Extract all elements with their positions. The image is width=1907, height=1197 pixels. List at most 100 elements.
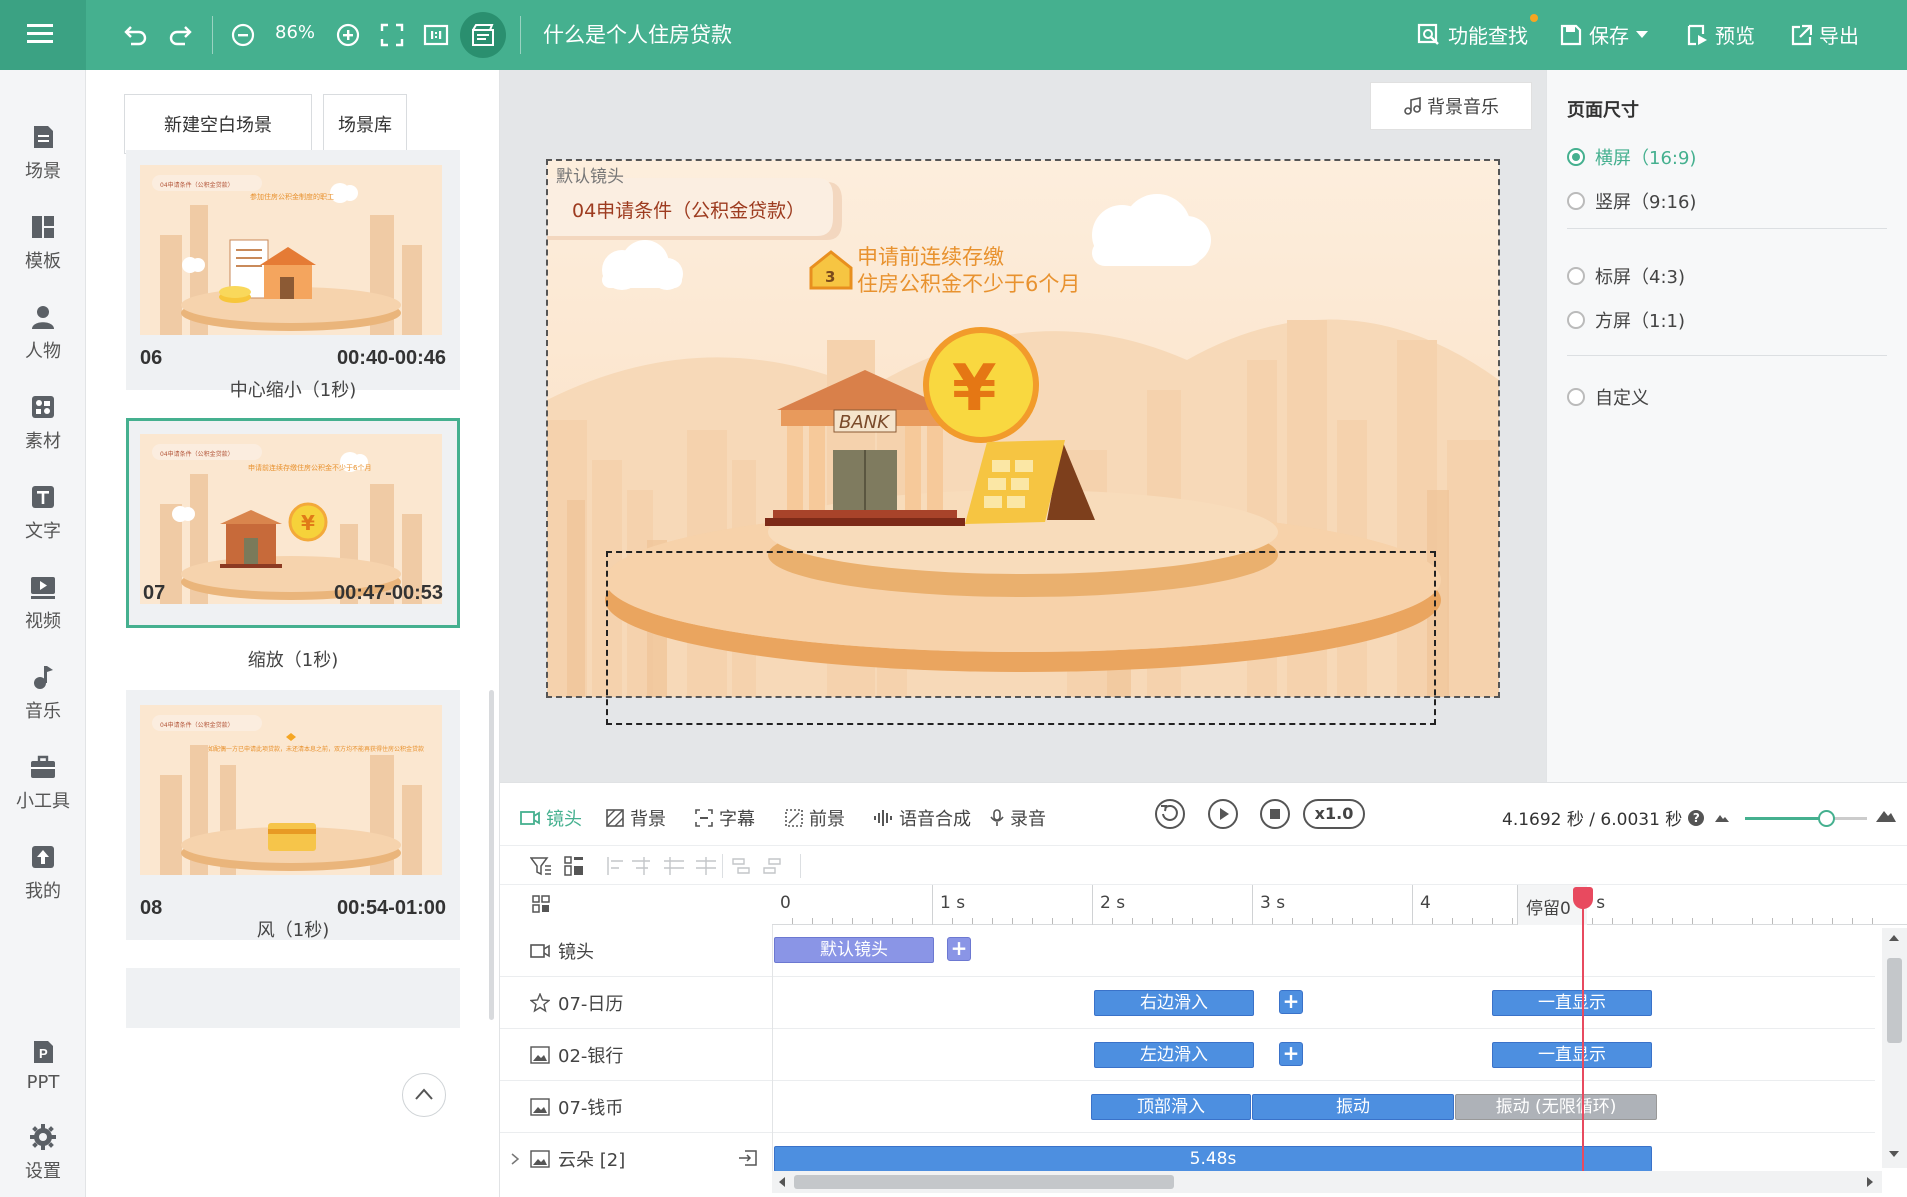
radio-landscape-16-9[interactable]: 横屏（16:9): [1567, 144, 1696, 170]
scene-stage[interactable]: BANK ¥ 04申请条件（公积金贷款） 3 申请前连续存缴 住房公积金不少于6…: [547, 160, 1499, 697]
actual-size-button[interactable]: [418, 17, 454, 53]
scene-card[interactable]: 04申请条件（公积金贷款） 如配偶一方已申请此项贷款，未还清本息之前，双方均不能…: [126, 690, 460, 940]
scene-time: 00:47-00:53: [334, 582, 443, 604]
help-icon[interactable]: ?: [1688, 809, 1705, 826]
ruler-tick: [1812, 918, 1813, 924]
nav-label: 人物: [25, 341, 61, 362]
tab-background[interactable]: 背景: [606, 805, 666, 831]
redo-button[interactable]: [162, 17, 198, 53]
save-button[interactable]: 保存: [1560, 20, 1648, 49]
nav-scene[interactable]: 场景: [0, 115, 86, 195]
nav-ppt[interactable]: P PPT: [0, 1030, 86, 1110]
zoom-in-button[interactable]: [330, 17, 366, 53]
scene-card[interactable]: [126, 968, 460, 1028]
horizontal-scroll-thumb[interactable]: [794, 1175, 1174, 1189]
track-name[interactable]: 02-银行: [530, 1042, 623, 1068]
time-ruler[interactable]: 0 1 s 2 s 3 s 4 5 s: [772, 885, 1907, 925]
scene-card-selected[interactable]: 04申请条件（公积金贷款） 申请前连续存缴住房公积金不少于6个月 ¥ 07 00…: [126, 418, 460, 628]
tab-tts[interactable]: 语音合成: [873, 805, 971, 831]
preview-button[interactable]: 预览: [1686, 20, 1755, 49]
chevron-right-icon[interactable]: [510, 1153, 520, 1165]
fullscreen-button[interactable]: [374, 17, 410, 53]
scene-card[interactable]: 04申请条件（公积金贷款） 参加住房公积金制度的职工 06 00:40-00:4…: [126, 150, 460, 390]
scene-transition[interactable]: 缩放（1秒): [126, 646, 460, 672]
thumb-title: 04申请条件（公积金贷款）: [160, 450, 234, 458]
track-name[interactable]: 07-日历: [530, 990, 623, 1016]
scene-panel-scrollbar[interactable]: [489, 690, 494, 1020]
timeline-zoom-slider[interactable]: [1745, 817, 1825, 820]
radio-square-1-1[interactable]: 方屏（1:1): [1567, 307, 1685, 333]
tab-camera[interactable]: 镜头: [520, 805, 582, 831]
nav-music[interactable]: 音乐: [0, 655, 86, 735]
zoom-in-mountain-icon[interactable]: [1875, 807, 1897, 823]
nav-person[interactable]: 人物: [0, 295, 86, 375]
clip-calendar-stay[interactable]: 一直显示: [1492, 990, 1652, 1016]
nav-text[interactable]: 文字: [0, 475, 86, 555]
track-row-calendar: 07-日历 右边滑入 + 一直显示: [500, 977, 1875, 1029]
scroll-up-arrow-icon[interactable]: [1889, 934, 1899, 942]
stop-button[interactable]: [1260, 799, 1290, 829]
timeline-vertical-scrollbar[interactable]: [1882, 928, 1907, 1168]
scene-number: 07: [143, 582, 166, 604]
find-feature-button[interactable]: 功能查找: [1417, 20, 1528, 49]
tab-subtitle[interactable]: 字幕: [695, 805, 755, 831]
tab-recording[interactable]: 录音: [990, 805, 1046, 831]
nav-label: 小工具: [16, 791, 70, 812]
clip-calendar-enter[interactable]: 右边滑入: [1094, 990, 1254, 1016]
menu-button[interactable]: [0, 0, 86, 70]
ruler-tick: [1592, 918, 1593, 924]
scroll-right-arrow-icon[interactable]: [1866, 1177, 1874, 1187]
clip-default-camera[interactable]: 默认镜头: [774, 937, 934, 963]
timeline-zoom-knob[interactable]: [1818, 810, 1835, 827]
group-tool-icon[interactable]: [564, 856, 584, 876]
document-title[interactable]: 什么是个人住房贷款: [543, 19, 732, 49]
playhead-line[interactable]: [1582, 891, 1584, 1173]
speed-button[interactable]: x1.0: [1303, 799, 1365, 829]
distribute-tools[interactable]: [732, 856, 792, 876]
playhead-handle[interactable]: [1573, 887, 1593, 909]
clip-bank-enter[interactable]: 左边滑入: [1094, 1042, 1254, 1068]
timeline-horizontal-scrollbar[interactable]: [772, 1171, 1882, 1193]
scroll-down-arrow-icon[interactable]: [1889, 1150, 1899, 1158]
radio-standard-4-3[interactable]: 标屏（4:3): [1567, 263, 1685, 289]
track-layout-icon[interactable]: [532, 895, 550, 913]
vertical-scroll-thumb[interactable]: [1887, 958, 1902, 1043]
scroll-up-button[interactable]: [402, 1073, 446, 1117]
clip-coin-shake-loop[interactable]: 振动 (无限循环): [1455, 1094, 1657, 1120]
radio-custom[interactable]: 自定义: [1567, 384, 1649, 410]
scene-transition[interactable]: 中心缩小（1秒): [126, 376, 460, 402]
new-blank-scene-button[interactable]: 新建空白场景: [124, 94, 312, 154]
tab-foreground[interactable]: 前景: [785, 805, 845, 831]
play-button[interactable]: [1208, 799, 1238, 829]
export-button[interactable]: 导出: [1790, 20, 1859, 49]
zoom-out-button[interactable]: [225, 17, 261, 53]
add-animation-button[interactable]: +: [1279, 1042, 1303, 1066]
radio-portrait-9-16[interactable]: 竖屏（9:16): [1567, 188, 1696, 214]
background-icon: [606, 809, 624, 827]
track-name[interactable]: 云朵 [2]: [530, 1146, 625, 1172]
nav-material[interactable]: 素材: [0, 385, 86, 465]
ungroup-icon[interactable]: [738, 1149, 758, 1167]
nav-template[interactable]: 模板: [0, 205, 86, 285]
add-camera-button[interactable]: +: [947, 937, 971, 961]
clip-coin-shake[interactable]: 振动: [1252, 1094, 1454, 1120]
track-name[interactable]: 镜头: [530, 938, 594, 964]
filter-icon[interactable]: [530, 856, 552, 876]
clip-clouds-duration[interactable]: 5.48s: [774, 1146, 1652, 1172]
scroll-left-arrow-icon[interactable]: [778, 1177, 786, 1187]
nav-settings[interactable]: 设置: [0, 1115, 86, 1195]
clip-coin-enter[interactable]: 顶部滑入: [1091, 1094, 1251, 1120]
add-animation-button[interactable]: +: [1279, 990, 1303, 1014]
nav-toolbox[interactable]: 小工具: [0, 745, 86, 825]
timeline-toggle-button[interactable]: [460, 12, 506, 58]
track-name[interactable]: 07-钱币: [530, 1094, 623, 1120]
undo-button[interactable]: [118, 17, 154, 53]
background-music-button[interactable]: 背景音乐: [1370, 82, 1532, 130]
replay-button[interactable]: [1155, 799, 1185, 829]
scene-transition[interactable]: 风（1秒): [126, 916, 460, 942]
scene-library-button[interactable]: 场景库: [323, 94, 407, 154]
clip-bank-stay[interactable]: 一直显示: [1492, 1042, 1652, 1068]
nav-video[interactable]: 视频: [0, 565, 86, 645]
nav-mine[interactable]: 我的: [0, 835, 86, 915]
zoom-out-mountain-icon[interactable]: [1714, 811, 1730, 823]
